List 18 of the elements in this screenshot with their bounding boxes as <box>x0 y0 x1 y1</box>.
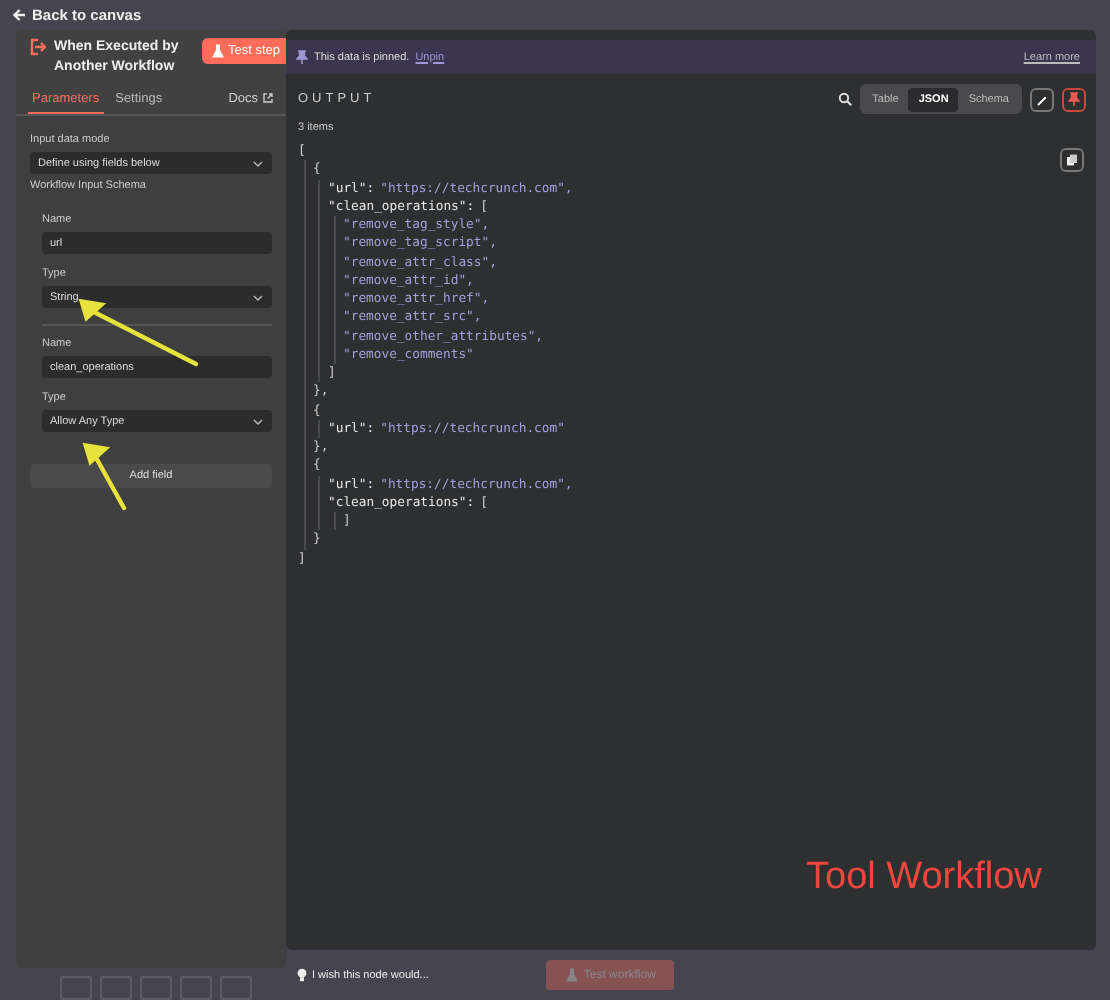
trigger-icon <box>28 38 46 56</box>
edit-button[interactable] <box>1030 87 1054 111</box>
flask-icon <box>212 44 224 58</box>
lightbulb-icon <box>296 968 308 982</box>
pin-icon <box>296 50 308 64</box>
pin-icon <box>1068 92 1080 106</box>
external-link-icon <box>262 92 274 104</box>
copy-button[interactable] <box>1060 148 1084 172</box>
back-arrow-icon <box>12 8 26 22</box>
overlay-label: Tool Workflow <box>806 856 1042 900</box>
caret-icon <box>252 293 264 301</box>
pin-button[interactable] <box>1062 87 1086 111</box>
flask-icon <box>565 968 578 982</box>
caret-icon <box>252 417 264 425</box>
copy-icon <box>1066 154 1078 166</box>
caret-icon <box>252 159 264 167</box>
pencil-icon <box>1036 93 1048 105</box>
search-icon[interactable] <box>837 92 852 106</box>
